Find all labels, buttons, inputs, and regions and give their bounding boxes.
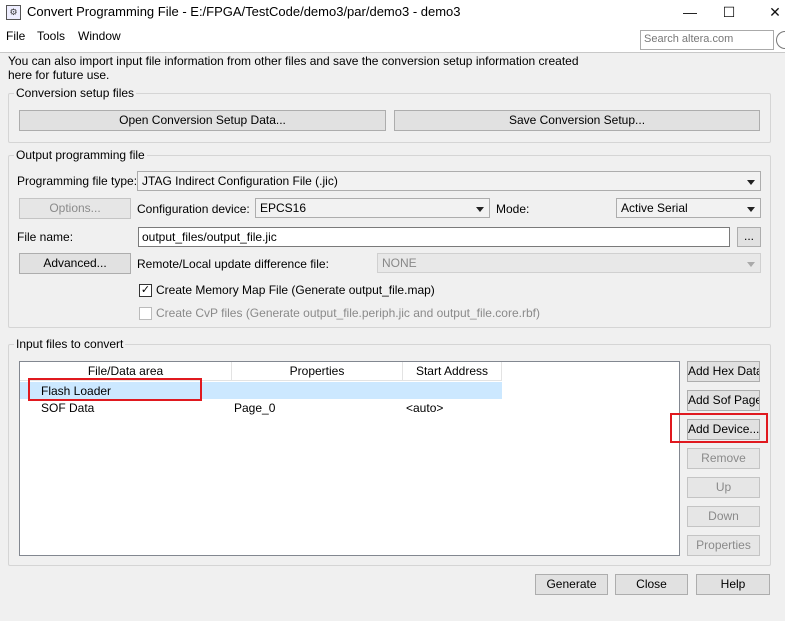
maximize-icon[interactable]: ☐	[706, 0, 752, 26]
add-hex-data-button[interactable]: Add Hex Data	[687, 361, 760, 382]
browse-button[interactable]: ...	[737, 227, 761, 247]
mode-select[interactable]: Active Serial	[616, 198, 761, 218]
mode-value: Active Serial	[621, 201, 688, 215]
memory-map-label: Create Memory Map File (Generate output_…	[156, 283, 435, 297]
mode-label: Mode:	[496, 202, 530, 216]
update-diff-select[interactable]: NONE	[377, 253, 761, 273]
row-sof-name: SOF Data	[41, 401, 95, 415]
window-title: Convert Programming File - E:/FPGA/TestC…	[27, 4, 461, 19]
memory-map-checkbox[interactable]: ✓	[139, 284, 152, 297]
menu-file[interactable]: File	[6, 29, 25, 43]
open-conversion-setup-button[interactable]: Open Conversion Setup Data...	[19, 110, 386, 131]
cvp-label: Create CvP files (Generate output_file.p…	[156, 306, 540, 320]
chevron-down-icon	[747, 207, 755, 212]
cvp-checkbox[interactable]	[139, 307, 152, 320]
up-button[interactable]: Up	[687, 477, 760, 498]
file-type-label: Programming file type:	[17, 174, 138, 188]
chevron-down-icon	[747, 262, 755, 267]
file-name-label: File name:	[17, 230, 74, 244]
conversion-setup-label: Conversion setup files	[14, 86, 137, 100]
column-header-properties[interactable]: Properties	[232, 362, 403, 381]
down-button[interactable]: Down	[687, 506, 760, 527]
file-type-select[interactable]: JTAG Indirect Configuration File (.jic)	[137, 171, 761, 191]
chevron-down-icon	[747, 180, 755, 185]
row-sof-properties: Page_0	[234, 401, 276, 415]
highlight-add-device	[670, 413, 768, 443]
update-diff-label: Remote/Local update difference file:	[137, 257, 329, 271]
remove-button[interactable]: Remove	[687, 448, 760, 469]
generate-button[interactable]: Generate	[535, 574, 608, 595]
menu-tools[interactable]: Tools	[37, 29, 65, 43]
add-sof-page-button[interactable]: Add Sof Page	[687, 390, 760, 411]
search-input[interactable]: Search altera.com	[640, 30, 774, 50]
output-file-label: Output programming file	[14, 148, 147, 162]
help-button[interactable]: Help	[696, 574, 770, 595]
file-type-value: JTAG Indirect Configuration File (.jic)	[142, 174, 338, 188]
properties-button[interactable]: Properties	[687, 535, 760, 556]
app-icon: ⚙	[6, 5, 21, 20]
config-device-value: EPCS16	[260, 201, 307, 215]
advanced-button[interactable]: Advanced...	[19, 253, 131, 274]
close-window-icon[interactable]: ✕	[752, 0, 785, 26]
close-button[interactable]: Close	[615, 574, 688, 595]
file-name-field[interactable]: output_files/output_file.jic	[138, 227, 730, 247]
highlight-flash-loader	[28, 378, 202, 401]
chevron-down-icon	[476, 207, 484, 212]
config-device-select[interactable]: EPCS16	[255, 198, 490, 218]
options-button[interactable]: Options...	[19, 198, 131, 219]
save-conversion-setup-button[interactable]: Save Conversion Setup...	[394, 110, 760, 131]
input-files-label: Input files to convert	[14, 337, 126, 351]
menu-window[interactable]: Window	[78, 29, 121, 43]
column-header-start[interactable]: Start Address	[403, 362, 502, 381]
intro-text: You can also import input file informati…	[8, 54, 579, 82]
config-device-label: Configuration device:	[137, 202, 250, 216]
row-sof-start: <auto>	[406, 401, 444, 415]
menu-separator	[0, 52, 785, 53]
update-diff-value: NONE	[382, 256, 417, 270]
